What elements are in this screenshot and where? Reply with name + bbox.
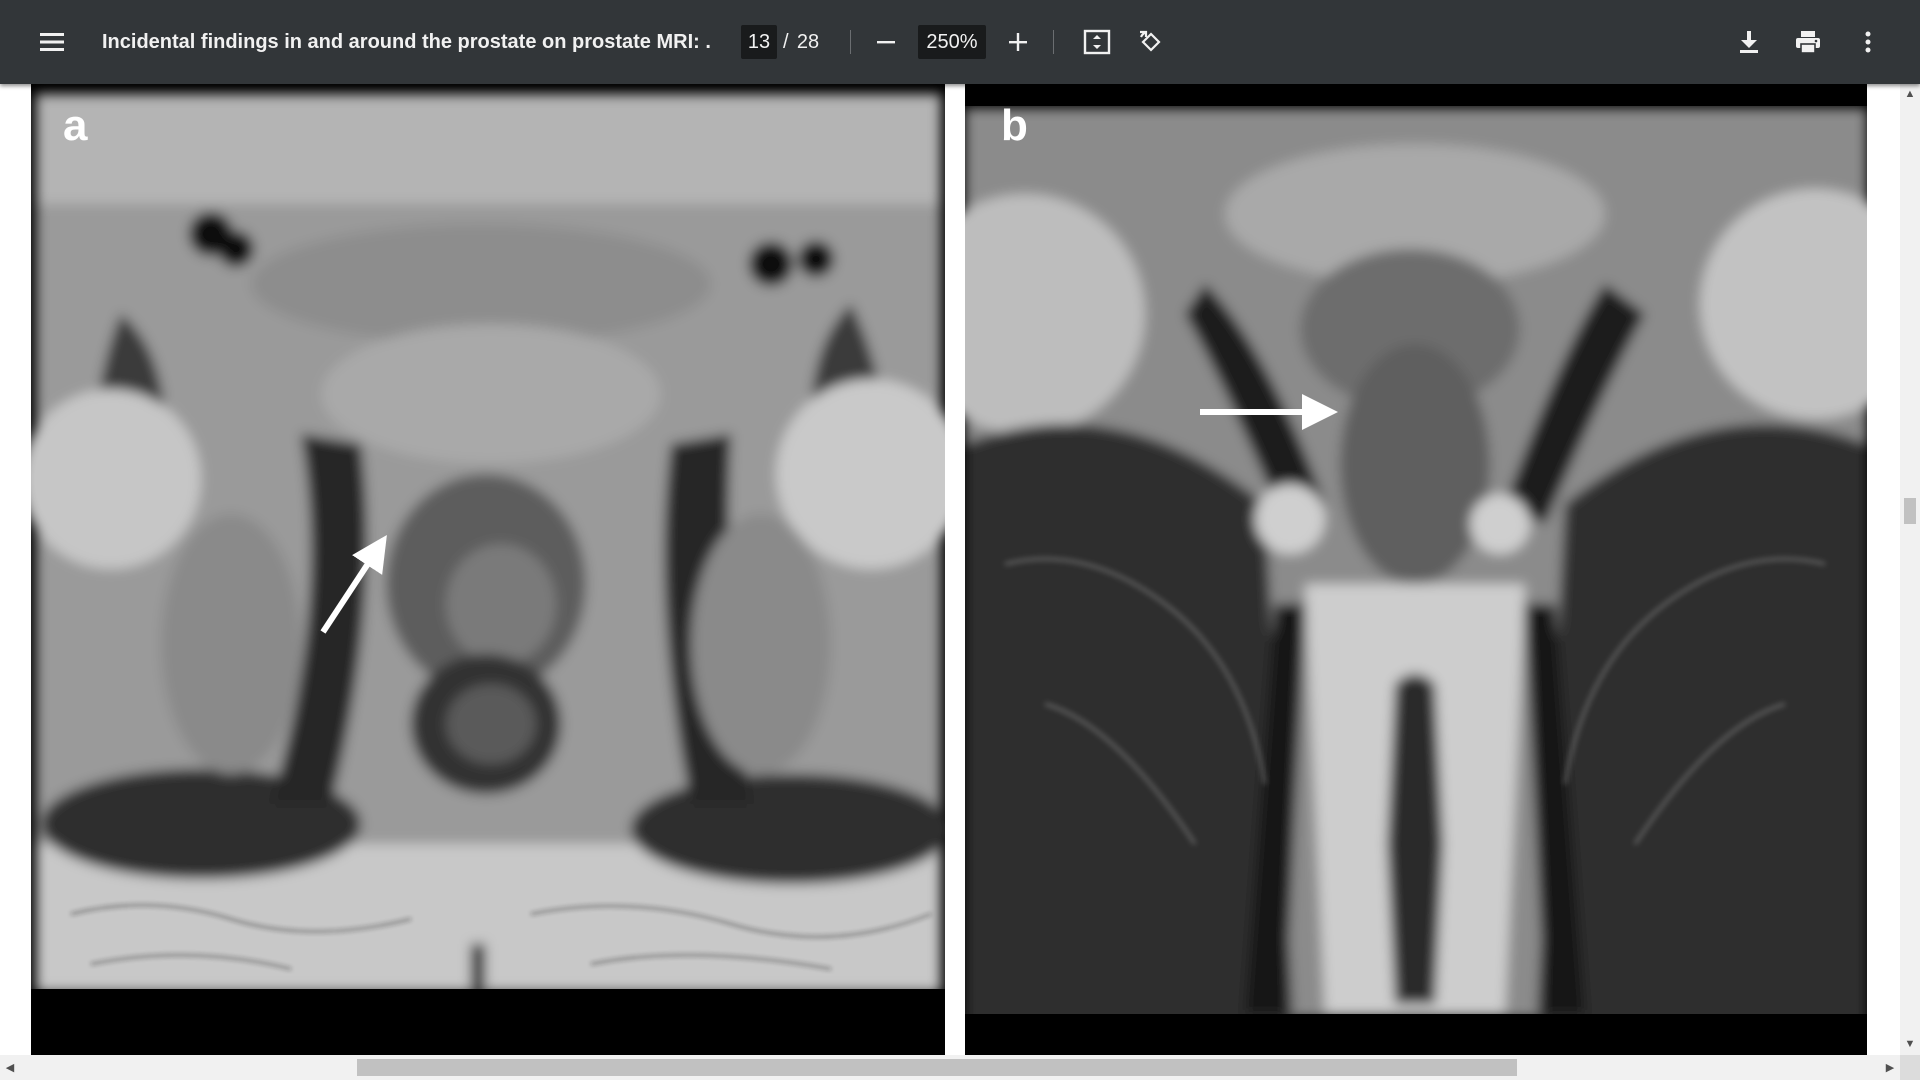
pdf-toolbar: Incidental findings in and around the pr…	[0, 0, 1920, 84]
scroll-left-arrow-icon[interactable]: ◀	[0, 1061, 20, 1074]
zoom-out-button[interactable]	[864, 20, 908, 64]
horizontal-scroll-thumb[interactable]	[357, 1059, 1517, 1076]
download-button[interactable]	[1727, 20, 1771, 64]
zoom-level-input[interactable]: 250%	[918, 25, 986, 59]
scroll-down-arrow-icon[interactable]: ▼	[1900, 1038, 1920, 1050]
scroll-up-arrow-icon[interactable]: ▲	[1900, 88, 1920, 100]
scroll-right-arrow-icon[interactable]: ▶	[1880, 1061, 1900, 1074]
document-title: Incidental findings in and around the pr…	[102, 31, 712, 53]
toolbar-divider	[850, 30, 851, 54]
figure-panel-b: b	[965, 84, 1867, 1055]
panel-label-a: a	[63, 101, 88, 150]
menu-button[interactable]	[30, 20, 74, 64]
print-icon	[1796, 31, 1820, 54]
scrollbar-corner	[1900, 1055, 1920, 1080]
fit-to-page-button[interactable]	[1075, 20, 1119, 64]
vertical-scrollbar[interactable]: ▲ ▼	[1900, 84, 1920, 1055]
coronal-mri-image	[965, 84, 1867, 1055]
panel-label-b: b	[1001, 101, 1028, 150]
more-actions-button[interactable]	[1846, 20, 1890, 64]
plus-icon	[1009, 33, 1027, 51]
minus-icon	[877, 41, 895, 44]
horizontal-scrollbar[interactable]: ◀ ▶	[0, 1055, 1900, 1080]
toolbar-divider	[1053, 30, 1054, 54]
rotate-counterclockwise-icon	[1139, 30, 1161, 52]
page-total: 28	[796, 30, 820, 53]
axial-mri-image	[31, 84, 945, 1055]
download-icon	[1740, 31, 1758, 53]
fit-to-page-icon	[1083, 29, 1111, 55]
rotate-button[interactable]	[1129, 20, 1173, 64]
print-button[interactable]	[1786, 20, 1830, 64]
pdf-viewer-area[interactable]: a b	[0, 84, 1900, 1055]
figure-panel-a: a	[31, 84, 945, 1055]
page-number-input[interactable]: 13	[741, 25, 777, 59]
more-vertical-icon	[1865, 31, 1871, 53]
vertical-scroll-thumb[interactable]	[1904, 498, 1916, 524]
hamburger-menu-icon	[40, 33, 64, 51]
zoom-in-button[interactable]	[996, 20, 1040, 64]
page-separator: /	[783, 30, 789, 53]
